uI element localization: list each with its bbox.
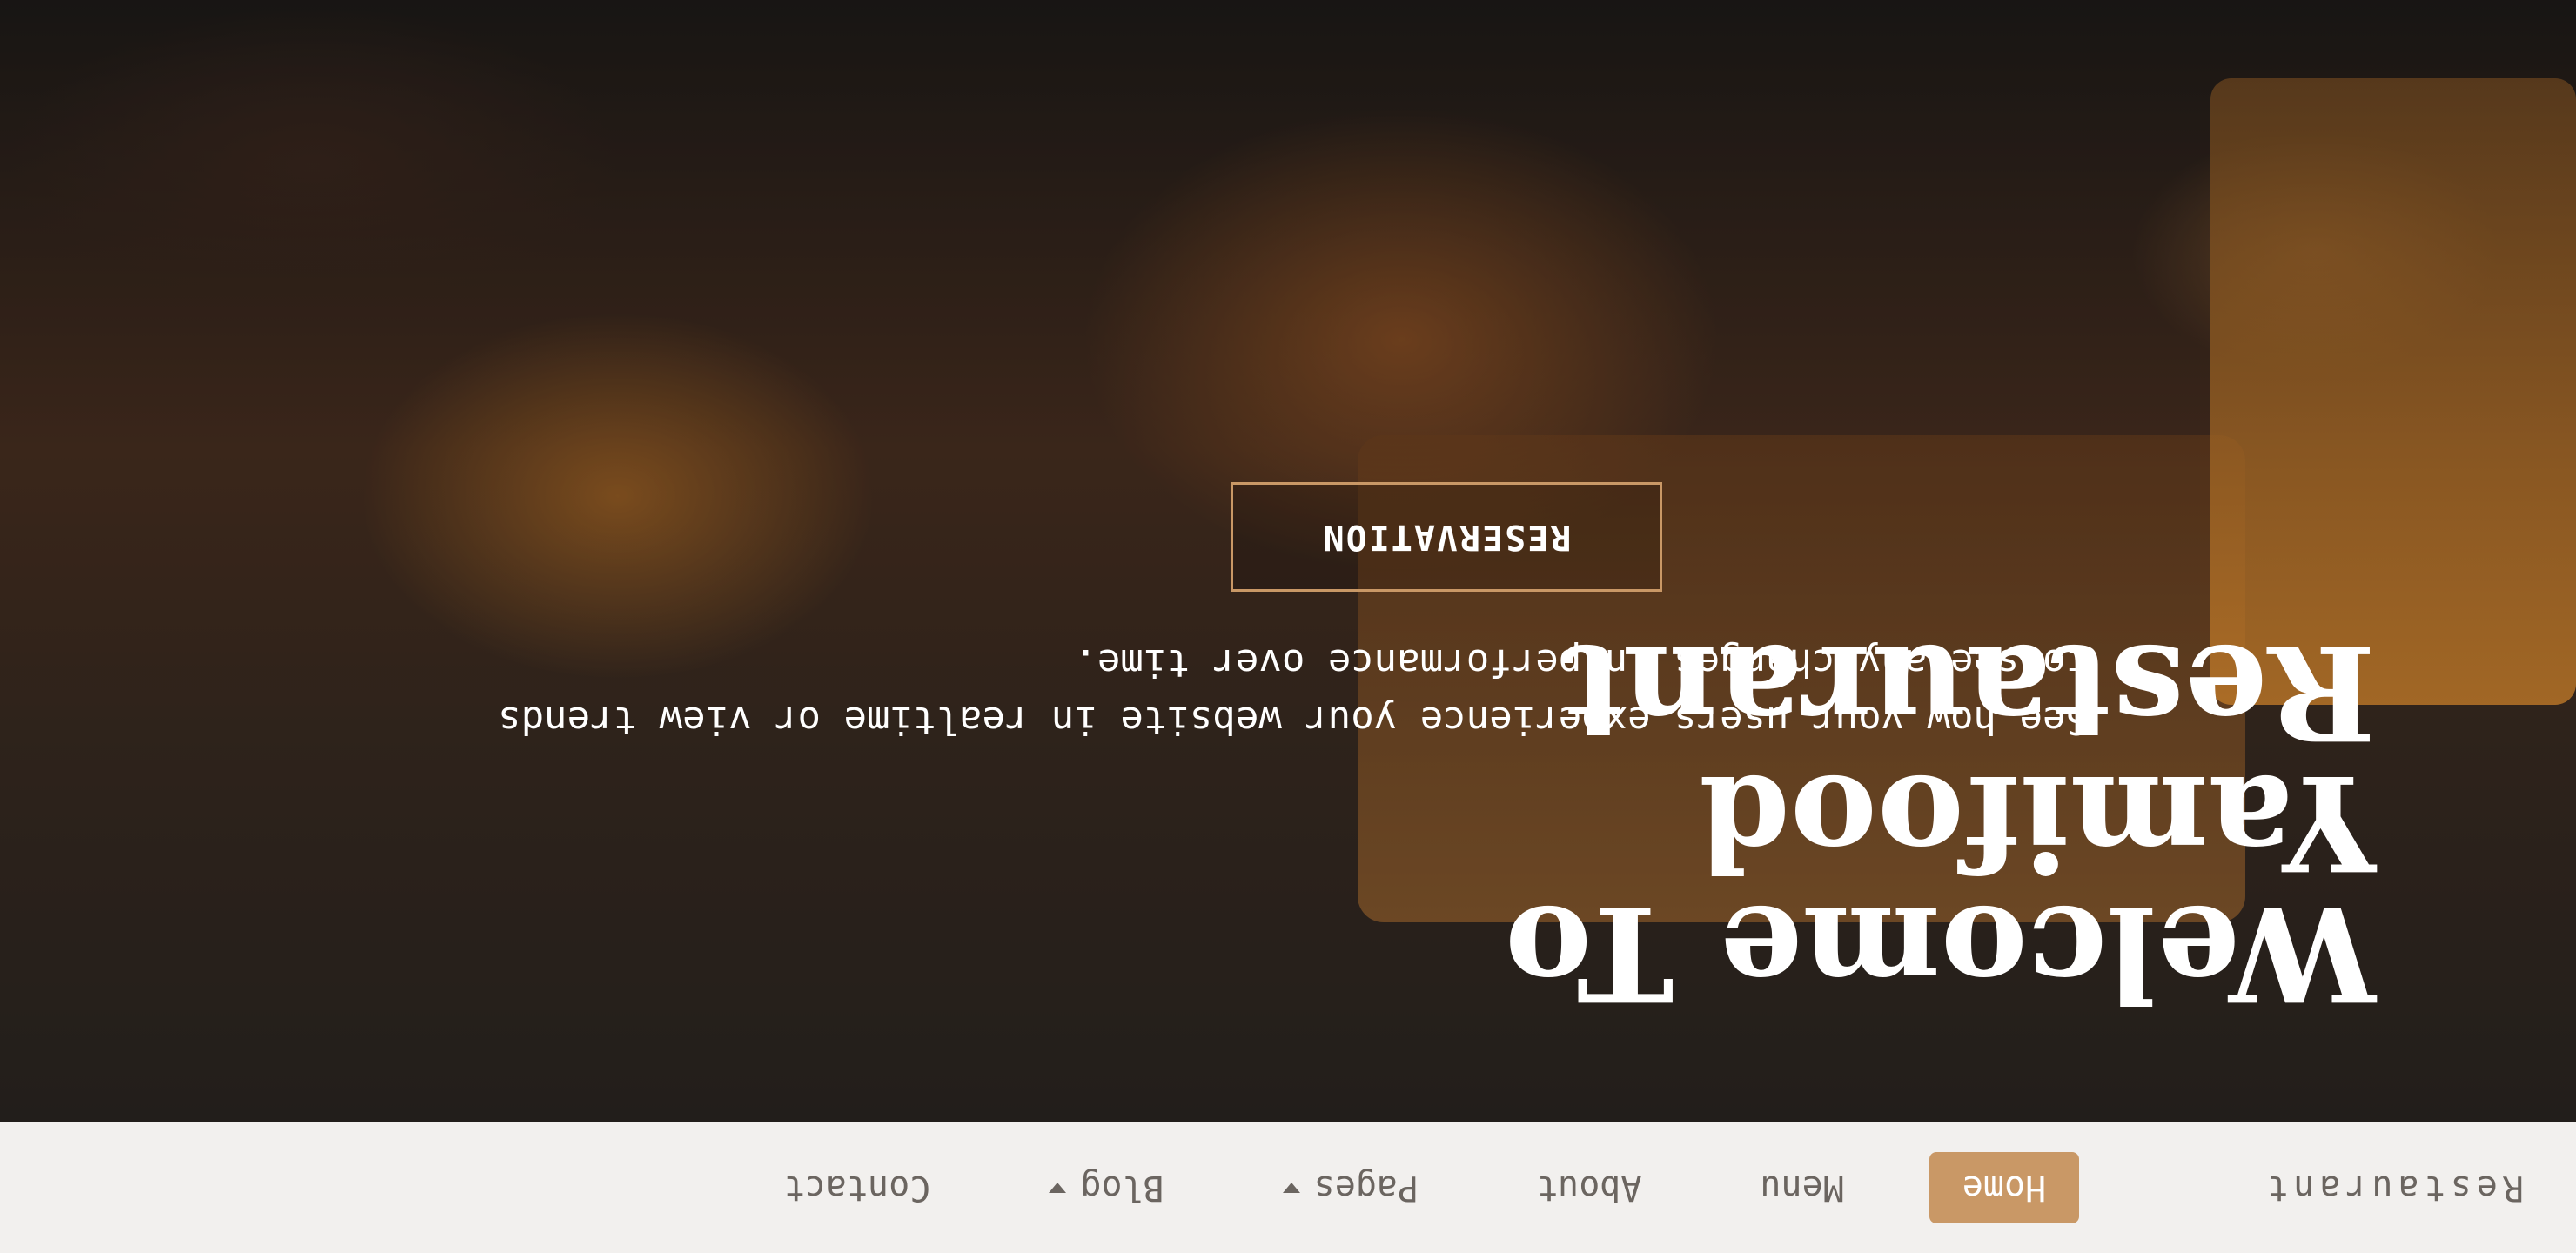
brand-logo[interactable]: Restaurant [2262,1168,2524,1208]
nav-pages[interactable]: Pages [1250,1152,1452,1223]
main-nav: Home Menu About Pages Blog Contact [699,1152,2080,1223]
nav-contact[interactable]: Contact [751,1152,964,1223]
nav-pages-label: Pages [1313,1168,1419,1208]
reservation-button[interactable]: RESERVATION [1231,482,1662,592]
nav-menu[interactable]: Menu [1727,1152,1877,1223]
hero-subtitle: See how your users experience your websi… [498,640,2089,742]
browser-page: Restaurant Home Menu About Pages Blog Co… [0,0,2576,1253]
hero-title-line1: Welcome To [1505,876,2376,1029]
nav-home[interactable]: Home [1929,1152,2080,1223]
nav-blog[interactable]: Blog [1016,1152,1197,1223]
nav-about[interactable]: About [1504,1152,1674,1223]
nav-blog-label: Blog [1080,1168,1164,1208]
chevron-down-icon [1282,1183,1300,1193]
chevron-down-icon [1049,1183,1067,1193]
navbar: Restaurant Home Menu About Pages Blog Co… [0,1122,2576,1253]
hero-banner: Welcome To Yamifood Restaurant See how y… [0,0,2576,1122]
